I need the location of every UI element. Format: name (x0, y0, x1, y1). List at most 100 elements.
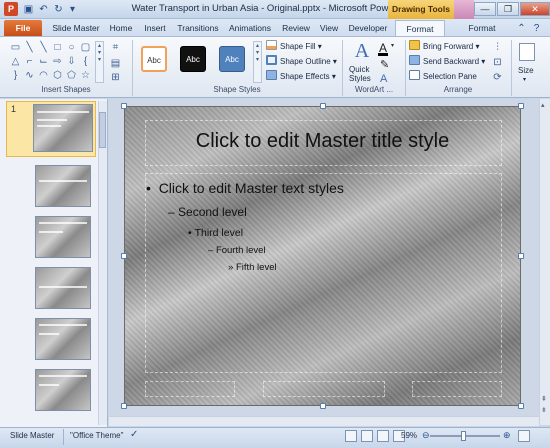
tab-view[interactable]: View (316, 20, 342, 36)
zoom-out-icon[interactable]: ⊖ (422, 430, 430, 441)
thumbnail-scrollbar-thumb[interactable] (99, 112, 106, 148)
powerpoint-app-icon[interactable]: P (4, 2, 18, 16)
resize-handle-bottom[interactable] (320, 403, 326, 409)
shape-style-black-fill[interactable]: Abc (180, 46, 206, 72)
shapes-gallery-scroll[interactable]: ▴ ▾ ▾ (95, 41, 104, 83)
save-icon[interactable]: ▣ (22, 3, 35, 16)
rounded-rect-shape-icon[interactable]: ▢ (80, 42, 91, 53)
resize-handle-top[interactable] (320, 103, 326, 109)
layout-thumbnail[interactable] (35, 267, 91, 309)
bullet-level-3[interactable]: • Third level (188, 227, 243, 239)
resize-handle-top-left[interactable] (121, 103, 127, 109)
slide-number-placeholder-box[interactable] (412, 381, 502, 397)
quick-styles-button-label-2[interactable]: Styles (349, 72, 371, 85)
redo-icon[interactable]: ↻ (52, 3, 65, 16)
triangle-shape-icon[interactable]: △ (10, 56, 21, 67)
tab-animations[interactable]: Animations (225, 20, 275, 36)
line-shape-2-icon[interactable]: ╲ (38, 42, 49, 53)
oval-shape-icon[interactable]: ○ (66, 42, 77, 53)
arrow-down-shape-icon[interactable]: ⇩ (66, 56, 77, 67)
minimize-ribbon-icon[interactable]: ⌃ (515, 22, 528, 35)
brace-shape-icon[interactable]: { (80, 56, 91, 67)
bullet-level-4[interactable]: – Fourth level (208, 245, 266, 256)
next-slide-icon[interactable]: ⇟ (541, 406, 547, 414)
bullet-level-1[interactable]: • Click to edit Master text styles (146, 180, 344, 196)
slide-sorter-view-icon[interactable] (361, 430, 373, 442)
footer-placeholder-box[interactable] (263, 381, 385, 397)
minimize-button[interactable]: — (474, 2, 496, 16)
scroll-up-icon[interactable]: ▴ (541, 101, 545, 109)
undo-icon[interactable]: ↶ (37, 3, 50, 16)
rotate-icon[interactable]: ⟳ (492, 72, 503, 83)
layout-thumbnail[interactable] (35, 165, 91, 207)
layout-thumbnail[interactable] (35, 369, 91, 411)
proofing-check-icon[interactable]: ✓ (130, 429, 138, 440)
layout-thumbnail[interactable] (35, 318, 91, 360)
tab-review[interactable]: Review (279, 20, 313, 36)
shape-style-orange-outline[interactable]: Abc (141, 46, 167, 72)
text-box-shape-icon[interactable]: ▭ (10, 42, 21, 53)
send-backward-button[interactable]: Send Backward ▾ (409, 55, 485, 68)
group-objects-icon[interactable]: ⊡ (492, 57, 503, 68)
tab-file[interactable]: File (4, 20, 42, 36)
date-placeholder-box[interactable] (145, 381, 235, 397)
zoom-level[interactable]: 59% (401, 431, 417, 440)
curve-shape-icon[interactable]: ∿ (24, 70, 35, 81)
text-fill-dropdown-icon[interactable]: ▾ (391, 42, 394, 49)
resize-handle-left[interactable] (121, 253, 127, 259)
size-icon[interactable] (519, 43, 535, 61)
canvas-horizontal-scrollbar[interactable] (109, 416, 539, 426)
arrow-right-shape-icon[interactable]: ⇨ (52, 56, 63, 67)
slide-title[interactable]: Click to edit Master title style (126, 130, 519, 153)
layout-thumbnail[interactable] (35, 216, 91, 258)
resize-handle-top-right[interactable] (518, 103, 524, 109)
resize-handle-bottom-left[interactable] (121, 403, 127, 409)
align-icon[interactable]: ⫶ (492, 42, 503, 53)
zoom-slider-thumb[interactable] (461, 431, 466, 441)
normal-view-icon[interactable] (345, 430, 357, 442)
help-icon[interactable]: ? (530, 22, 543, 35)
quick-styles-wordart-icon[interactable]: A (350, 40, 374, 62)
tab-slide-master[interactable]: Slide Master (50, 20, 102, 36)
tab-transitions[interactable]: Transitions (174, 20, 222, 36)
merge-shapes-icon[interactable]: ⊞ (110, 72, 121, 83)
body-placeholder-box[interactable] (145, 173, 502, 373)
resize-handle-right[interactable] (518, 253, 524, 259)
bullet-level-5[interactable]: » Fifth level (228, 262, 277, 273)
line-shape-icon[interactable]: ╲ (24, 42, 35, 53)
fit-to-window-icon[interactable] (518, 430, 530, 442)
hexagon-shape-icon[interactable]: ⬡ (52, 70, 63, 81)
slide-master-thumbnail[interactable] (33, 104, 93, 152)
text-effects-icon[interactable]: A (380, 73, 387, 85)
styles-gallery-scroll[interactable]: ▴ ▾ ▾ (253, 41, 262, 83)
tab-format-secondary[interactable]: Format (457, 20, 507, 36)
rectangle-shape-icon[interactable]: □ (52, 42, 63, 53)
star-shape-icon[interactable]: ☆ (80, 70, 91, 81)
previous-slide-icon[interactable]: ⇞ (541, 395, 547, 403)
elbow-connector-shape-icon[interactable]: ⌐ (24, 56, 35, 67)
close-button[interactable]: ✕ (520, 2, 550, 16)
shape-outline-button[interactable]: Shape Outline ▾ (266, 55, 337, 68)
selection-pane-button[interactable]: Selection Pane (409, 70, 477, 83)
shape-fill-button[interactable]: Shape Fill ▾ (266, 40, 322, 53)
maximize-button[interactable]: ❐ (497, 2, 519, 16)
bracket-shape-icon[interactable]: } (10, 70, 21, 81)
pentagon-shape-icon[interactable]: ⬠ (66, 70, 77, 81)
text-outline-icon[interactable]: ✎ (380, 58, 389, 71)
tab-home[interactable]: Home (106, 20, 136, 36)
size-dropdown-icon[interactable]: ▾ (523, 74, 526, 87)
shape-effects-button[interactable]: Shape Effects ▾ (266, 70, 336, 83)
zoom-in-icon[interactable]: ⊕ (503, 430, 511, 441)
shape-style-blue-fill[interactable]: Abc (219, 46, 245, 72)
tab-insert[interactable]: Insert (139, 20, 171, 36)
elbow-connector-2-shape-icon[interactable]: ⌙ (38, 56, 49, 67)
canvas-vertical-scrollbar[interactable] (539, 99, 550, 425)
bullet-level-2[interactable]: – Second level (168, 205, 247, 219)
tab-format-drawing[interactable]: Format (395, 20, 445, 36)
text-box-icon[interactable]: ▤ (110, 58, 121, 69)
thumbnail-scrollbar[interactable] (98, 101, 107, 425)
tab-developer[interactable]: Developer (345, 20, 391, 36)
bring-forward-button[interactable]: Bring Forward ▾ (409, 40, 480, 53)
customize-toolbar-icon[interactable]: ▾ (66, 3, 79, 16)
reading-view-icon[interactable] (377, 430, 389, 442)
